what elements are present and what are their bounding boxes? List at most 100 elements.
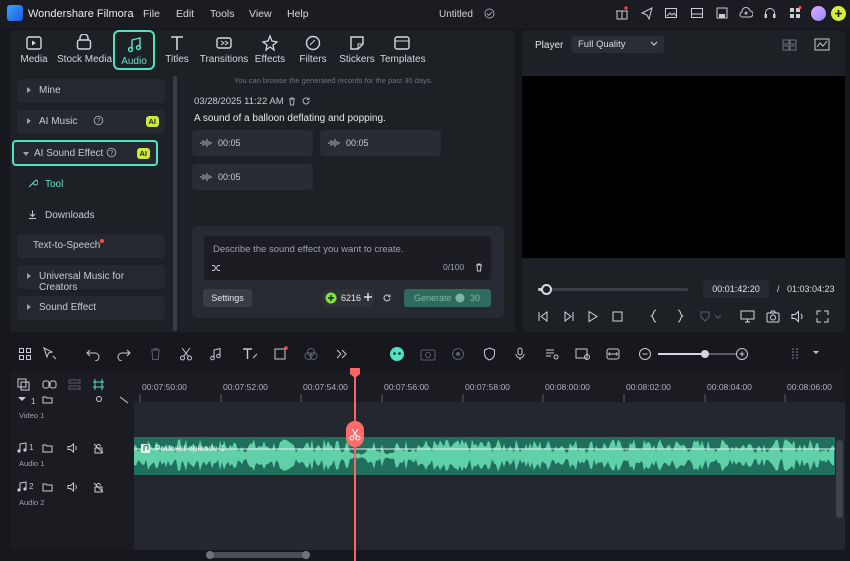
menu-view[interactable]: View [249, 8, 272, 20]
timeline-tracks[interactable] [134, 402, 845, 550]
delete-clip-icon[interactable] [149, 347, 162, 361]
audio-edit-icon[interactable] [209, 347, 225, 361]
previous-frame-icon[interactable] [536, 310, 550, 323]
link-clips-icon[interactable] [42, 378, 57, 391]
zoom-slider[interactable] [658, 350, 736, 358]
folder-icon[interactable] [42, 396, 53, 404]
audio-list-icon[interactable] [545, 347, 559, 361]
magnet-snap-icon[interactable] [92, 378, 105, 391]
volume-icon[interactable] [791, 310, 805, 323]
lock-icon[interactable] [93, 443, 104, 454]
screen-recorder-icon[interactable] [575, 347, 590, 361]
fit-width-icon[interactable] [606, 347, 620, 361]
list-item[interactable]: 00:05 [192, 130, 313, 156]
scrollbar-handle-right[interactable] [302, 551, 310, 559]
sidebar-item-text-to-speech[interactable]: Text-to-Speech [17, 234, 165, 258]
sidebar-item-mine[interactable]: Mine [17, 79, 165, 103]
upgrade-icon[interactable] [831, 6, 846, 21]
tab-titles[interactable]: Titles [162, 30, 192, 70]
track-grid-icon[interactable] [790, 347, 804, 361]
tab-filters[interactable]: Filters [297, 30, 329, 70]
shuffle-icon[interactable] [211, 263, 221, 273]
folder-icon[interactable] [42, 482, 53, 492]
timeline-horizontal-scrollbar[interactable] [206, 551, 310, 559]
render-preview-icon[interactable] [420, 347, 436, 361]
render-icon[interactable] [451, 347, 465, 361]
fullscreen-icon[interactable] [816, 310, 829, 323]
menu-tools[interactable]: Tools [210, 8, 235, 20]
save-icon[interactable] [715, 6, 729, 20]
tab-effects[interactable]: Effects [253, 30, 287, 70]
sound-description-input[interactable] [204, 236, 491, 280]
settings-button[interactable]: Settings [203, 289, 252, 307]
folder-icon[interactable] [42, 443, 53, 453]
send-icon[interactable] [640, 6, 654, 20]
sidebar-scrollbar[interactable] [173, 76, 177, 331]
add-credits-icon[interactable] [363, 292, 373, 302]
quality-select[interactable]: Full Quality [571, 36, 664, 53]
more-tools-icon[interactable] [334, 347, 348, 361]
tab-media[interactable]: Media [12, 30, 56, 70]
undo-icon[interactable] [86, 347, 100, 361]
sidebar-item-universal-music[interactable]: Universal Music for Creators [17, 265, 165, 293]
tab-transitions[interactable]: Transitions [199, 30, 249, 70]
grid-apps-icon[interactable] [788, 6, 802, 20]
mark-in-icon[interactable] [650, 309, 658, 323]
headset-icon[interactable] [763, 6, 777, 20]
chevron-down-icon[interactable] [812, 350, 820, 356]
help-icon[interactable]: ? [106, 147, 117, 158]
menu-file[interactable]: File [143, 8, 160, 20]
cloud-upload-icon[interactable] [739, 6, 753, 20]
playhead[interactable] [354, 370, 356, 561]
scope-chart-icon[interactable] [814, 38, 830, 51]
snapshot-marker-icon[interactable] [699, 310, 723, 323]
play-icon[interactable] [587, 310, 599, 323]
video-preview[interactable] [522, 76, 845, 258]
playback-scrubber[interactable] [540, 284, 552, 295]
display-icon[interactable] [740, 310, 755, 323]
playhead-handle[interactable] [350, 368, 360, 378]
tab-stickers[interactable]: Stickers [338, 30, 376, 70]
sidebar-item-ai-music[interactable]: AI Music ? AI [17, 110, 165, 134]
sidebar-item-ai-sound-effect[interactable]: AI Sound Effect ? AI [12, 140, 158, 166]
refresh-icon[interactable] [382, 293, 392, 303]
camera-icon[interactable] [766, 310, 780, 323]
current-time[interactable]: 00:01:42:20 [703, 280, 769, 298]
sidebar-item-sound-effect[interactable]: Sound Effect [17, 296, 165, 320]
lock-icon[interactable] [94, 396, 104, 404]
sidebar-item-downloads[interactable]: Downloads [45, 210, 94, 221]
crop-icon[interactable] [273, 345, 289, 361]
menu-help[interactable]: Help [287, 8, 309, 20]
delete-icon[interactable] [287, 96, 297, 106]
microphone-icon[interactable] [514, 347, 526, 361]
mark-out-icon[interactable] [676, 309, 684, 323]
visibility-icon[interactable] [119, 396, 129, 404]
list-item[interactable]: 00:05 [192, 164, 313, 190]
scissors-icon[interactable] [179, 347, 193, 361]
zoom-out-icon[interactable] [638, 347, 652, 361]
help-icon[interactable]: ? [93, 115, 104, 126]
clear-icon[interactable] [474, 262, 484, 272]
list-item[interactable]: 00:05 [320, 130, 441, 156]
menu-edit[interactable]: Edit [176, 8, 194, 20]
avatar[interactable] [811, 6, 826, 21]
ai-mate-icon[interactable] [389, 346, 405, 362]
color-icon[interactable] [304, 347, 318, 361]
audio-clip[interactable] [134, 437, 835, 475]
redo-icon[interactable] [117, 347, 131, 361]
speaker-icon[interactable] [67, 443, 79, 453]
layout-grid-icon[interactable] [18, 347, 32, 361]
tab-templates[interactable]: Templates [380, 30, 426, 70]
image-icon[interactable] [664, 6, 678, 20]
zoom-slider-knob[interactable] [701, 350, 709, 358]
regenerate-icon[interactable] [301, 96, 311, 106]
timeline-vertical-scrollbar[interactable] [836, 440, 843, 518]
track-stack-icon[interactable] [68, 378, 81, 391]
credits-badge[interactable]: 6216 [321, 289, 375, 307]
layout-icon[interactable] [690, 6, 704, 20]
generate-button[interactable]: Generate 30 [404, 289, 491, 307]
gift-icon[interactable] [615, 6, 629, 20]
next-frame-icon[interactable] [562, 310, 576, 323]
shield-icon[interactable] [483, 347, 496, 361]
stop-icon[interactable] [612, 311, 623, 322]
